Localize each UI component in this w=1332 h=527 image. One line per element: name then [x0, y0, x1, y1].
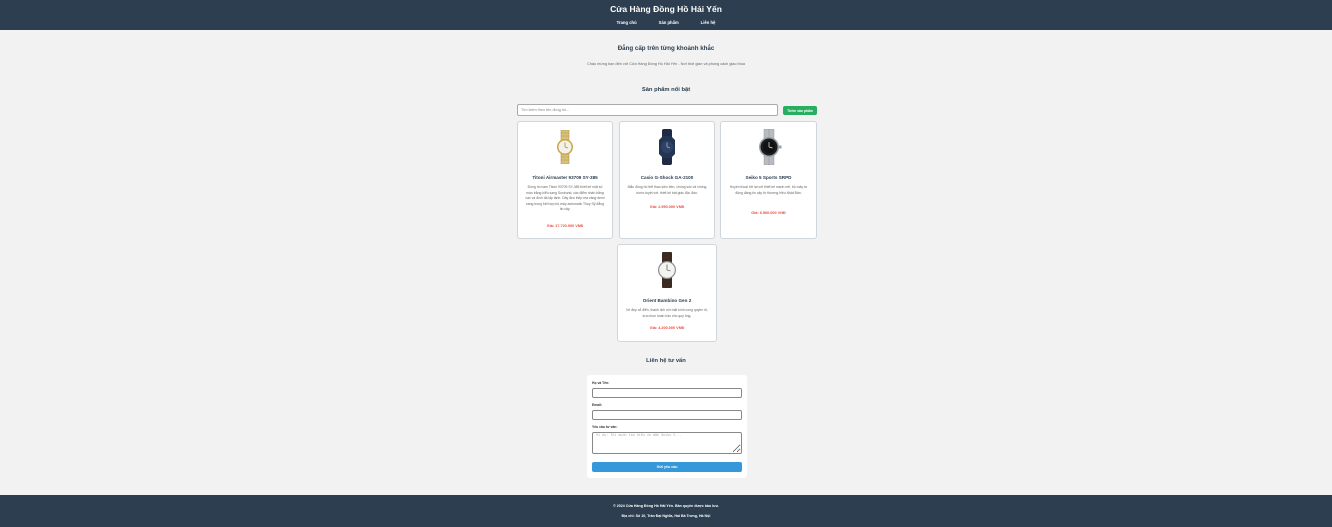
product-image: [620, 128, 714, 166]
product-description: Huyền thoại trở lại với thiết kế mạnh mẽ…: [729, 185, 808, 195]
product-search-input[interactable]: [517, 104, 778, 116]
navy-sport-watch-icon: [659, 129, 675, 165]
main-nav: Trang chủ Sản phẩm Liên hệ: [0, 20, 1332, 25]
product-image: [618, 251, 716, 289]
product-image: [518, 128, 612, 166]
site-header: Cửa Hàng Đồng Hồ Hải Yến Trang chủ Sản p…: [0, 0, 1332, 30]
site-footer: © 2024 Cửa Hàng Đồng Hồ Hải Yến. Bản quy…: [0, 495, 1332, 527]
product-name: Titoni Airmaster 93709 SY-385: [532, 175, 598, 180]
product-description: Mẫu đồng hồ thể thao siêu bền, chống sốc…: [627, 185, 707, 195]
leather-dress-watch-icon: [658, 252, 676, 288]
email-field[interactable]: [592, 410, 742, 420]
product-price: Giá: 4.200.000 VNĐ: [649, 326, 685, 330]
gold-watch-icon: [557, 130, 573, 164]
product-card-casio[interactable]: Casio G-Shock GA-2100 Mẫu đồng hồ thể th…: [619, 121, 715, 239]
product-price: Giá: 2.950.000 VNĐ: [649, 205, 685, 209]
nav-link-products[interactable]: Sản phẩm: [659, 20, 679, 25]
product-name: Seiko 5 Sports SRPD: [745, 175, 792, 180]
site-brand[interactable]: Cửa Hàng Đồng Hồ Hải Yến: [0, 4, 1332, 14]
product-image: [721, 128, 816, 166]
footer-copyright: © 2024 Cửa Hàng Đồng Hồ Hải Yến. Bản quy…: [613, 504, 719, 508]
product-price: Giá: 6.500.000 VNĐ: [751, 211, 786, 215]
product-name: Casio G-Shock GA-2100: [640, 175, 694, 180]
product-description: Vẻ đẹp cổ điển, thanh lịch với mặt kính …: [626, 308, 708, 318]
hero-subtitle: Chào mừng bạn đến với Cửa Hàng Đồng Hồ H…: [587, 62, 745, 66]
product-description: Đồng hồ nam Titoni 93709 SY-385 thiết kế…: [525, 185, 605, 211]
product-card-titoni[interactable]: Titoni Airmaster 93709 SY-385 Đồng hồ na…: [517, 121, 613, 239]
email-label: Email:: [592, 403, 603, 407]
hero-title: Đẳng cấp trên từng khoảnh khắc: [617, 45, 715, 52]
product-name: Orient Bambino Gen 2: [642, 298, 692, 303]
request-label: Yêu cầu tư vấn:: [592, 425, 618, 429]
add-product-button[interactable]: Thêm sản phẩm: [783, 106, 817, 115]
name-field[interactable]: [592, 388, 742, 398]
product-price: Giá: 17.720.000 VNĐ: [546, 224, 584, 228]
product-card-seiko[interactable]: Seiko 5 Sports SRPD Huyền thoại trở lại …: [720, 121, 817, 239]
contact-form: Họ và Tên: Email: Yêu cầu tư vấn: Gửi yê…: [587, 375, 747, 478]
footer-address: Địa chỉ: Số 10, Trần Đại Nghĩa, Hai Bà T…: [621, 514, 711, 518]
steel-diver-watch-icon: [758, 129, 781, 165]
name-label: Họ và Tên:: [592, 381, 610, 385]
product-card-orient[interactable]: Orient Bambino Gen 2 Vẻ đẹp cổ điển, tha…: [617, 244, 717, 342]
request-textarea[interactable]: [592, 432, 742, 454]
nav-link-home[interactable]: Trang chủ: [617, 20, 637, 25]
submit-request-button[interactable]: Gửi yêu cầu: [592, 462, 742, 472]
nav-link-contact[interactable]: Liên hệ: [701, 20, 716, 25]
contact-section-title: Liên hệ tư vấn: [646, 358, 686, 364]
products-section-title: Sản phẩm nổi bật: [641, 87, 691, 93]
